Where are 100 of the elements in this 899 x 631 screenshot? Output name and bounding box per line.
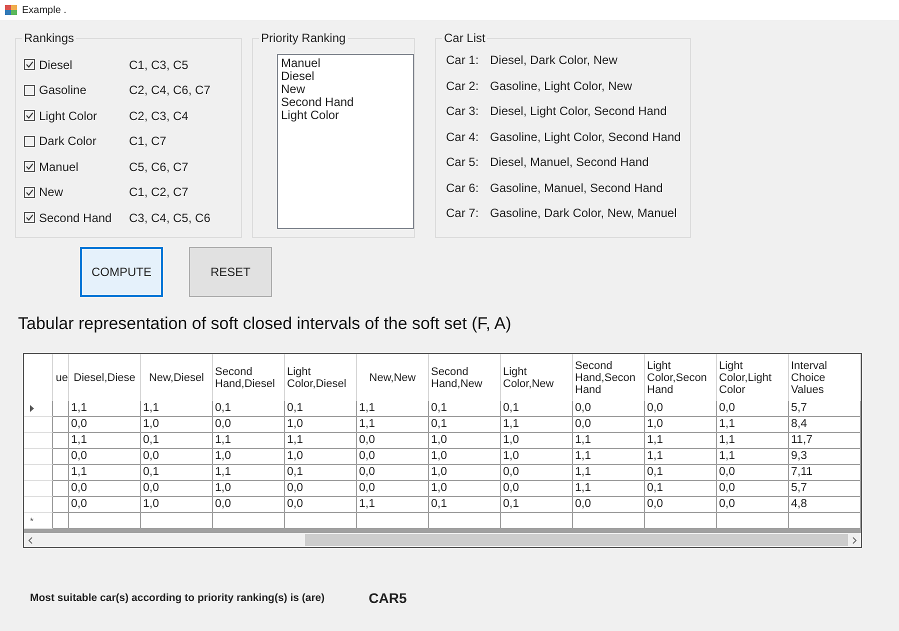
table-cell: 1,1 xyxy=(717,449,789,465)
table-cell: 1,0 xyxy=(429,465,501,481)
table-cell: 0,0 xyxy=(645,401,717,417)
column-header[interactable]: ue xyxy=(53,354,69,401)
table-cell: 1,0 xyxy=(285,449,357,465)
group-title: Car List xyxy=(442,31,488,45)
list-item[interactable]: Second Hand xyxy=(281,96,410,109)
column-header[interactable]: Second Hand,New xyxy=(429,354,501,401)
table-cell: 1,1 xyxy=(573,481,645,497)
list-box[interactable]: Manuel Diesel New Second Hand Light Color xyxy=(277,54,414,229)
table-cell: 1,1 xyxy=(357,417,429,433)
checkbox-label[interactable]: Diesel xyxy=(39,58,72,72)
column-header[interactable]: Light Color,New xyxy=(501,354,573,401)
table-cell: 1,0 xyxy=(213,481,285,497)
action-button[interactable]: RESET xyxy=(189,247,272,297)
checkbox-label[interactable]: Light Color xyxy=(39,108,98,122)
table-cell: 1,1 xyxy=(69,433,141,449)
list-item[interactable]: Manuel xyxy=(281,57,410,70)
car-codes: C3, C4, C5, C6 xyxy=(129,210,212,224)
checkbox-label[interactable]: Dark Color xyxy=(39,134,96,148)
car-codes: C2, C3, C4 xyxy=(129,108,190,122)
table-cell: 0,1 xyxy=(645,481,717,497)
check-icon xyxy=(25,162,34,171)
checkbox-box[interactable] xyxy=(24,110,35,121)
table-cell: 0,1 xyxy=(285,401,357,417)
table-cell: 1,0 xyxy=(429,449,501,465)
car-label: Car 6: xyxy=(446,180,480,196)
column-header[interactable]: Second Hand,Diesel xyxy=(213,354,285,401)
car-features: Diesel, Dark Color, New xyxy=(490,52,618,68)
checkbox-box[interactable] xyxy=(24,59,35,70)
table-cell: 0,1 xyxy=(645,465,717,481)
table-cell: 1,0 xyxy=(285,417,357,433)
scroll-right-icon xyxy=(852,536,857,544)
row-header[interactable] xyxy=(24,401,53,417)
list-item[interactable]: Diesel xyxy=(281,70,410,83)
car-features: Gasoline, Light Color, New xyxy=(490,78,634,94)
column-header[interactable]: Light Color,Light Color xyxy=(717,354,789,401)
section-heading: Tabular representation of soft closed intervals of the soft set (F, A) xyxy=(18,314,512,334)
table-cell xyxy=(53,449,69,465)
table-cell xyxy=(53,497,69,513)
table-cell xyxy=(53,481,69,497)
column-header[interactable]: Interval Choice Values xyxy=(789,354,861,401)
table-cell: 11,7 xyxy=(789,433,861,449)
checkbox-box[interactable] xyxy=(24,212,35,223)
checkbox-box[interactable] xyxy=(24,186,35,198)
table-cell: 0,0 xyxy=(717,401,789,417)
table-cell: 1,0 xyxy=(429,433,501,449)
car-codes: C1, C7 xyxy=(129,134,168,148)
list-item[interactable]: New xyxy=(281,83,410,96)
table-cell: 0,0 xyxy=(357,481,429,497)
scroll-thumb[interactable] xyxy=(304,534,848,546)
checkbox-label[interactable]: New xyxy=(39,185,64,199)
column-header[interactable]: Second Hand,Secon Hand xyxy=(573,354,645,401)
table-cell: 0,0 xyxy=(573,401,645,417)
car-features: Gasoline, Dark Color, New, Manuel xyxy=(490,205,678,221)
table-cell: 0,0 xyxy=(357,465,429,481)
table-cell: 0,0 xyxy=(357,433,429,449)
table-cell: 0,1 xyxy=(429,401,501,417)
checkbox-label[interactable]: Manuel xyxy=(39,160,78,174)
result-label: Most suitable car(s) according to priority ranking(s) is (are) xyxy=(30,592,325,604)
check-icon xyxy=(25,213,34,222)
table-cell: 0,1 xyxy=(429,497,501,513)
horizontal-scrollbar[interactable] xyxy=(24,533,861,547)
table-cell: 1,0 xyxy=(141,417,213,433)
check-icon xyxy=(25,188,34,196)
action-button[interactable]: COMPUTE xyxy=(80,247,163,297)
checkbox-label[interactable]: Gasoline xyxy=(39,83,86,97)
checkbox-box[interactable] xyxy=(24,84,35,96)
table-cell: 0,0 xyxy=(69,417,141,433)
list-item[interactable]: Light Color xyxy=(281,109,410,122)
table-cell: 0,0 xyxy=(69,497,141,513)
table-cell: 1,1 xyxy=(573,449,645,465)
table-cell: 0,0 xyxy=(141,481,213,497)
table-cell: 0,1 xyxy=(141,433,213,449)
checkbox-label[interactable]: Second Hand xyxy=(39,210,112,224)
column-header[interactable]: Light Color,Diesel xyxy=(285,354,357,401)
car-features: Diesel, Manuel, Second Hand xyxy=(490,154,650,170)
table-cell: 5,7 xyxy=(789,481,861,497)
table-cell xyxy=(53,401,69,417)
table-cell: 1,1 xyxy=(573,433,645,449)
column-header[interactable]: Light Color,Secon Hand xyxy=(645,354,717,401)
table-cell: 1,1 xyxy=(645,449,717,465)
table-cell: 1,1 xyxy=(69,465,141,481)
table-cell: 0,0 xyxy=(717,497,789,513)
car-features: Gasoline, Light Color, Second Hand xyxy=(490,128,682,144)
result-value: CAR5 xyxy=(368,590,407,606)
checkbox-box[interactable] xyxy=(24,161,35,172)
window-title: Example . xyxy=(22,4,66,16)
table-cell: 0,0 xyxy=(501,465,573,481)
checkbox-box[interactable] xyxy=(24,136,35,146)
table-cell: 0,1 xyxy=(429,417,501,433)
table-cell: 7,11 xyxy=(789,465,861,481)
table-cell: 1,1 xyxy=(357,497,429,513)
car-features: Diesel, Light Color, Second Hand xyxy=(490,103,668,119)
scroll-left-icon xyxy=(28,536,33,544)
table-cell: 1,0 xyxy=(141,497,213,513)
table-cell: 0,0 xyxy=(717,465,789,481)
table-cell: 0,1 xyxy=(213,401,285,417)
car-label: Car 3: xyxy=(446,103,480,119)
table-cell: 1,1 xyxy=(285,433,357,449)
